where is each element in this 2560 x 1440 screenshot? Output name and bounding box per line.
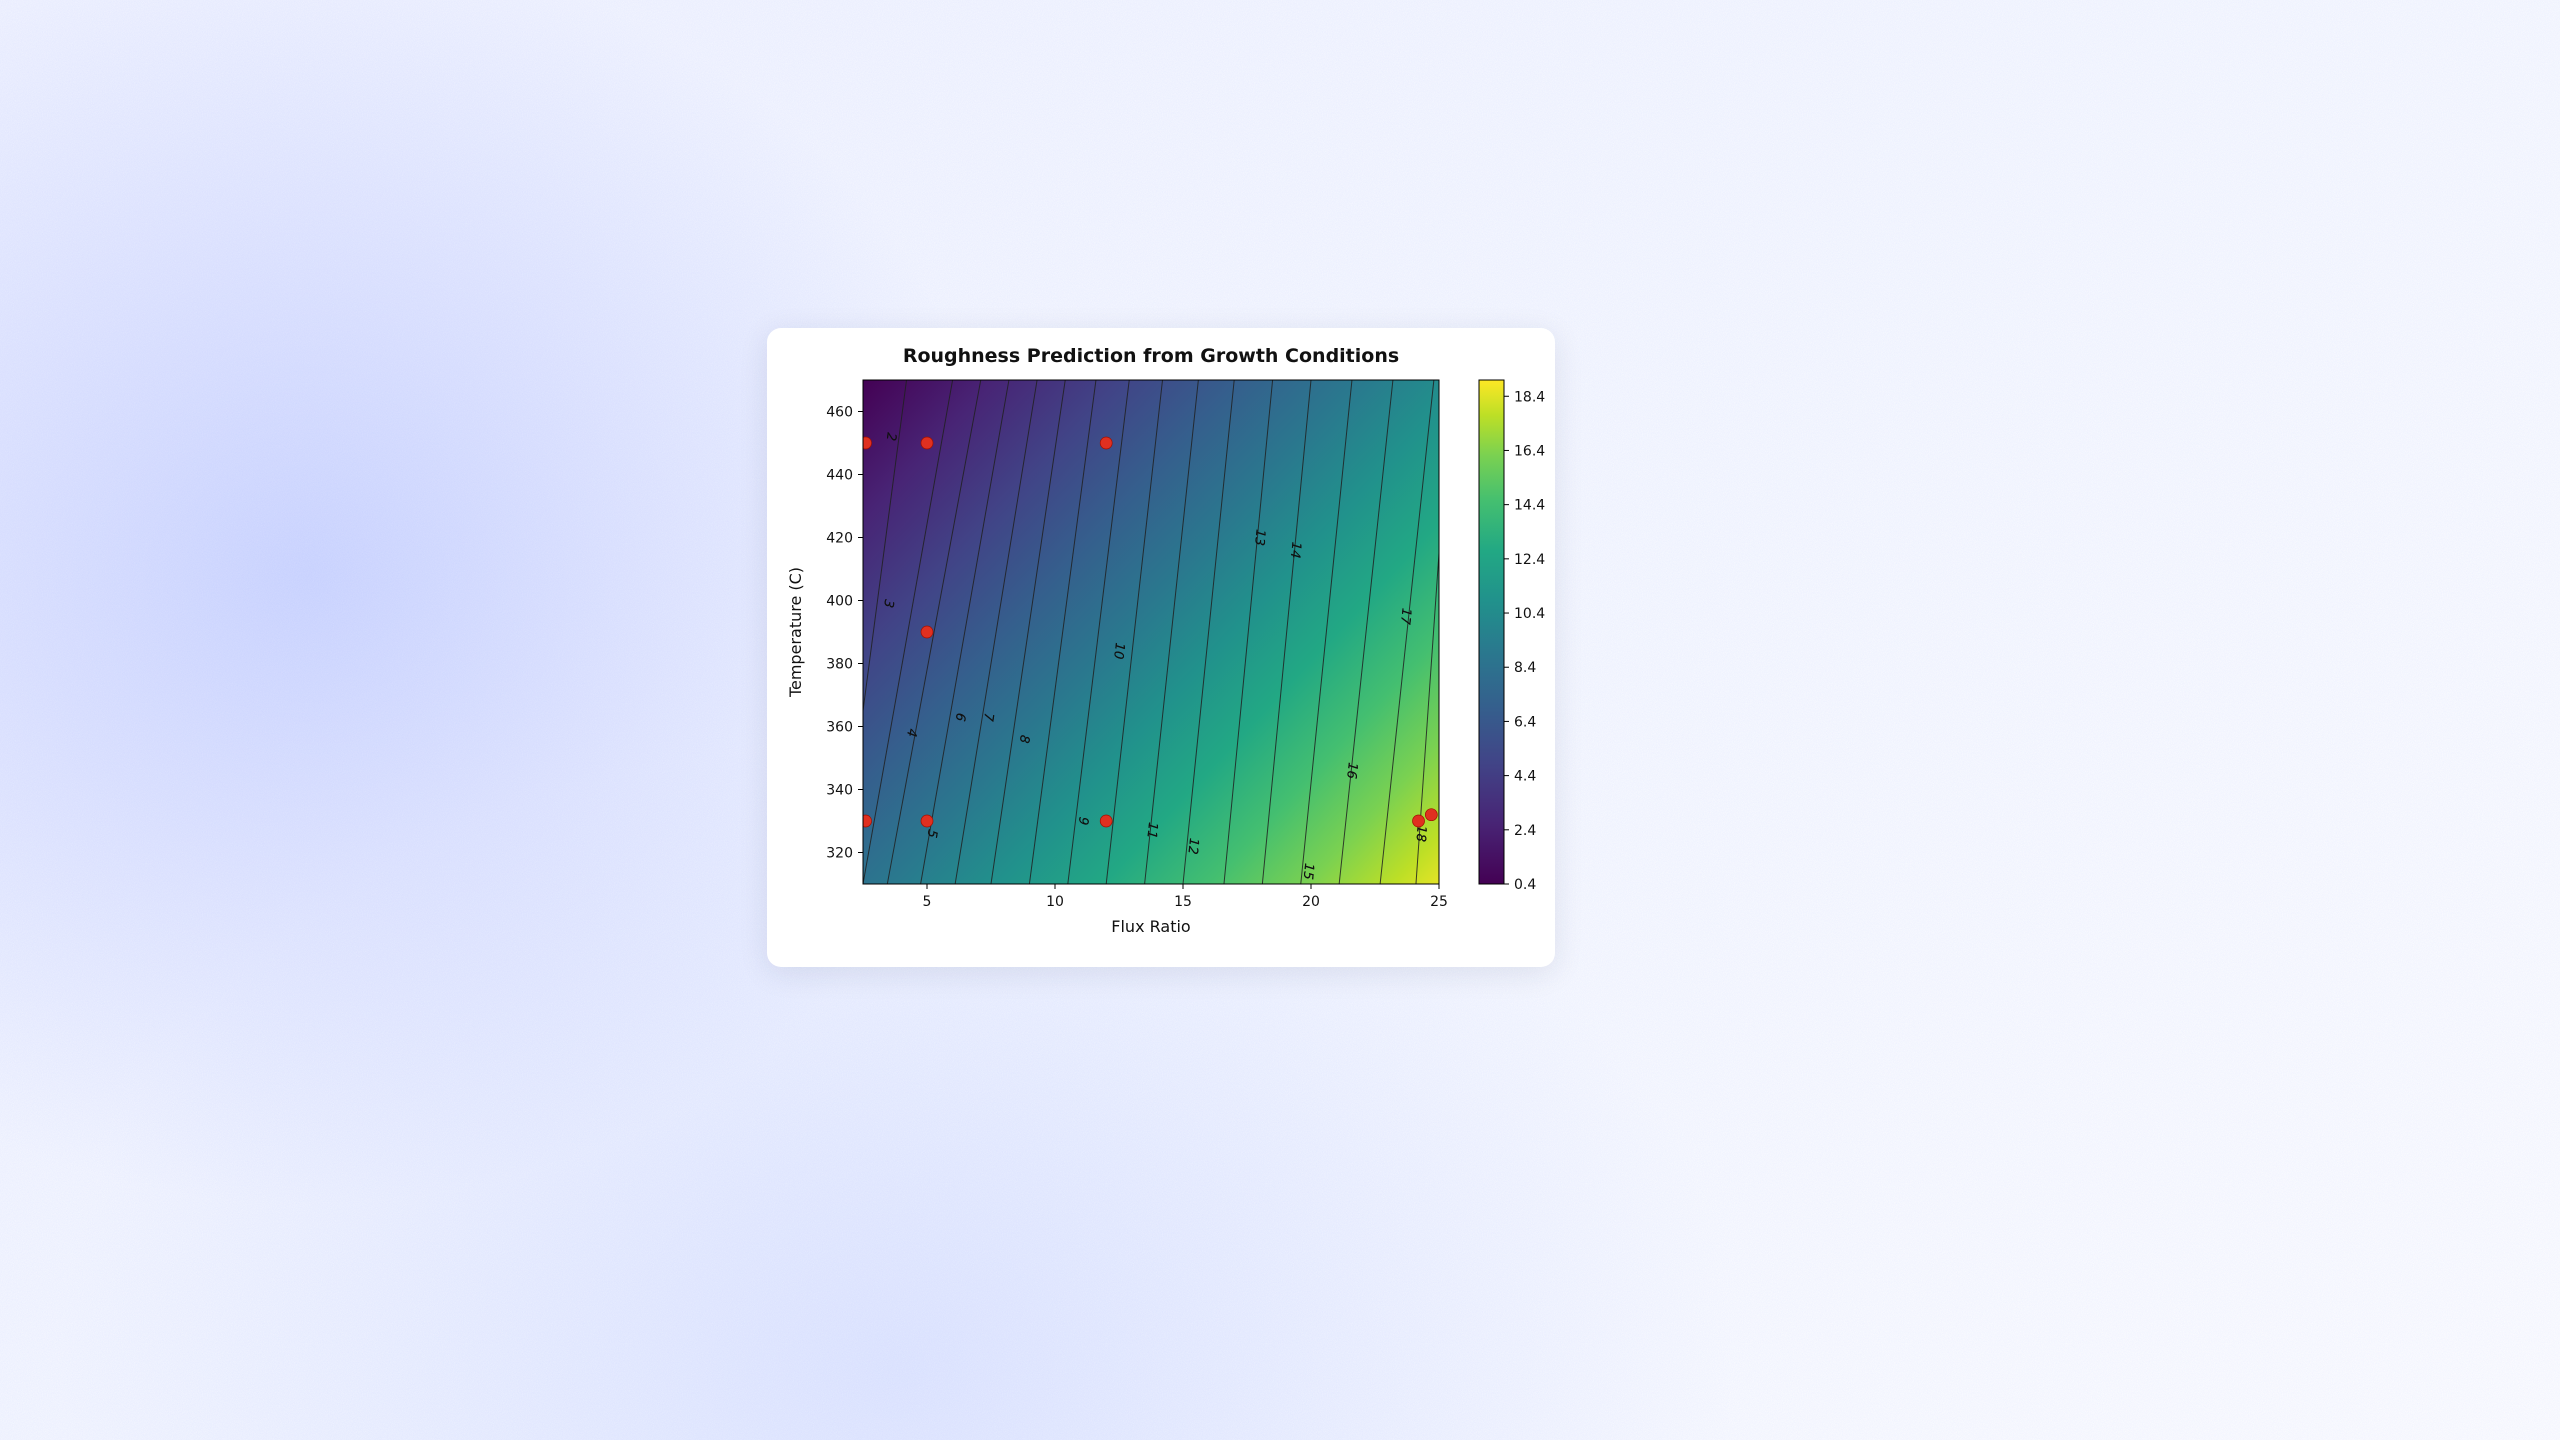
figure-card: Roughness Prediction from Growth Conditi… xyxy=(767,328,1555,967)
svg-text:8.4: 8.4 xyxy=(1514,660,1536,676)
svg-text:16.4: 16.4 xyxy=(1514,443,1545,459)
svg-text:440: 440 xyxy=(826,468,853,484)
svg-text:5: 5 xyxy=(923,894,932,910)
svg-text:10: 10 xyxy=(1046,894,1064,910)
svg-text:15: 15 xyxy=(1300,862,1317,880)
colorbar-ticks: 0.4 2.4 4.4 6.4 8.4 10.4 12.4 14.4 16.4 18.4 xyxy=(1504,389,1545,893)
contour-plot: Roughness Prediction from Growth Conditi… xyxy=(767,328,1555,967)
svg-text:2.4: 2.4 xyxy=(1514,823,1536,839)
svg-text:460: 460 xyxy=(826,405,853,421)
colorbar xyxy=(1479,380,1504,884)
y-axis-label: Temperature (C) xyxy=(786,567,805,698)
svg-text:25: 25 xyxy=(1430,894,1448,910)
svg-text:10.4: 10.4 xyxy=(1514,606,1545,622)
svg-text:16: 16 xyxy=(1343,762,1360,780)
svg-text:10: 10 xyxy=(1110,642,1127,660)
svg-text:14.4: 14.4 xyxy=(1514,498,1545,514)
svg-text:0.4: 0.4 xyxy=(1514,877,1536,893)
svg-text:4.4: 4.4 xyxy=(1514,769,1536,785)
svg-text:320: 320 xyxy=(826,846,853,862)
x-ticks: 5 10 15 20 25 xyxy=(923,884,1448,910)
y-ticks: 320 340 360 380 400 420 440 460 xyxy=(826,405,863,862)
svg-text:6.4: 6.4 xyxy=(1514,714,1536,730)
x-axis-label: Flux Ratio xyxy=(1111,917,1190,936)
svg-text:18.4: 18.4 xyxy=(1514,389,1545,405)
svg-text:15: 15 xyxy=(1174,894,1192,910)
svg-text:20: 20 xyxy=(1302,894,1320,910)
figure: Roughness Prediction from Growth Conditi… xyxy=(767,328,1555,967)
svg-text:12.4: 12.4 xyxy=(1514,552,1545,568)
svg-text:18: 18 xyxy=(1413,825,1429,843)
svg-text:17: 17 xyxy=(1397,607,1414,626)
svg-text:13: 13 xyxy=(1251,528,1268,546)
svg-text:420: 420 xyxy=(826,531,853,547)
svg-text:14: 14 xyxy=(1287,541,1304,559)
svg-text:12: 12 xyxy=(1184,837,1201,855)
heatmap-fill xyxy=(863,380,1439,884)
svg-text:11: 11 xyxy=(1143,821,1160,839)
svg-text:400: 400 xyxy=(826,594,853,610)
svg-text:360: 360 xyxy=(826,720,853,736)
svg-text:380: 380 xyxy=(826,657,853,673)
svg-text:340: 340 xyxy=(826,783,853,799)
chart-title: Roughness Prediction from Growth Conditi… xyxy=(903,345,1399,367)
